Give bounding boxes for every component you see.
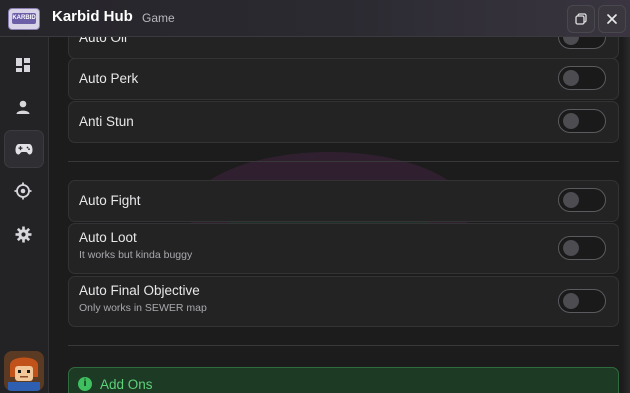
scrollbar-track[interactable] (622, 37, 630, 393)
logo-text: KARBID (12, 13, 36, 24)
crosshair-icon (14, 182, 32, 200)
info-icon: i (78, 377, 92, 391)
title-bar: KARBID Karbid Hub Game (0, 0, 630, 37)
toggle-row-auto-fight[interactable]: Auto Fight (68, 180, 619, 222)
section-divider (68, 161, 619, 162)
toggle-label: Auto Final Objective (79, 283, 200, 298)
toggle-knob (563, 70, 579, 86)
restore-button[interactable] (567, 5, 595, 33)
avatar-image (4, 351, 44, 391)
toggle-label: Auto Fight (79, 193, 141, 208)
app-logo: KARBID (8, 8, 40, 30)
toggle-knob (563, 293, 579, 309)
sidebar-item-settings[interactable] (4, 216, 42, 252)
main-panel: Auto Oil Auto Perk Anti Stun Auto Fight … (49, 37, 630, 393)
gear-icon (15, 226, 31, 242)
toggle-label: Auto Loot (79, 230, 137, 245)
sidebar-item-target[interactable] (4, 173, 42, 209)
toggle-description: It works but kinda buggy (79, 249, 193, 261)
toggle-row-auto-perk[interactable]: Auto Perk (68, 58, 619, 100)
gamepad-icon (15, 144, 33, 155)
sidebar-item-player[interactable] (4, 89, 42, 125)
banner-label: Add Ons (100, 377, 153, 392)
toggle-switch[interactable] (558, 188, 606, 212)
sidebar (0, 37, 49, 393)
close-icon (607, 14, 617, 24)
toggle-switch[interactable] (558, 66, 606, 90)
toggle-switch[interactable] (558, 37, 606, 49)
toggle-label: Anti Stun (79, 114, 134, 129)
toggle-label: Auto Perk (79, 71, 139, 86)
window-title: Karbid Hub (52, 8, 133, 25)
toggle-switch[interactable] (558, 236, 606, 260)
section-divider (68, 345, 619, 346)
toggle-switch[interactable] (558, 289, 606, 313)
toggle-row-auto-loot[interactable]: Auto Loot It works but kinda buggy (68, 223, 619, 274)
toggle-knob (563, 192, 579, 208)
toggle-knob (563, 240, 579, 256)
toggle-row-auto-oil[interactable]: Auto Oil (68, 37, 619, 59)
window-subtitle: Game (142, 11, 175, 25)
toggle-label: Auto Oil (79, 37, 128, 45)
close-button[interactable] (598, 5, 626, 33)
toggle-row-anti-stun[interactable]: Anti Stun (68, 101, 619, 143)
user-icon (16, 100, 30, 114)
restore-icon (575, 13, 587, 25)
toggle-knob (563, 37, 579, 45)
toggle-row-auto-final-objective[interactable]: Auto Final Objective Only works in SEWER… (68, 276, 619, 327)
toggle-knob (563, 113, 579, 129)
add-ons-banner[interactable]: i Add Ons (68, 367, 619, 393)
sidebar-item-game[interactable] (4, 130, 44, 168)
sidebar-item-dashboard[interactable] (4, 47, 42, 83)
toggle-switch[interactable] (558, 109, 606, 133)
avatar[interactable] (4, 351, 44, 391)
dashboard-icon (16, 58, 30, 72)
toggle-description: Only works in SEWER map (79, 302, 207, 314)
